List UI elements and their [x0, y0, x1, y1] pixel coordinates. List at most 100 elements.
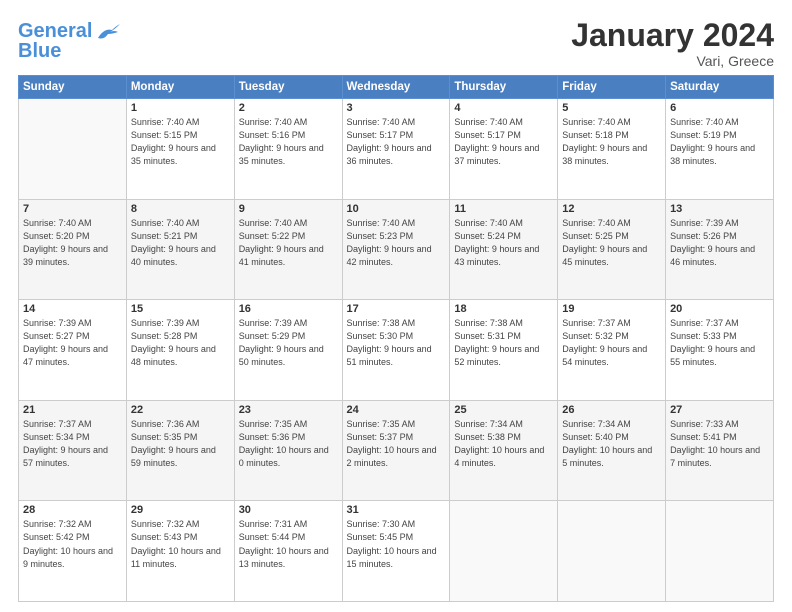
- location: Vari, Greece: [571, 53, 774, 69]
- day-number: 24: [347, 404, 446, 416]
- day-info: Sunrise: 7:35 AMSunset: 5:37 PMDaylight:…: [347, 418, 446, 470]
- day-info: Sunrise: 7:39 AMSunset: 5:27 PMDaylight:…: [23, 317, 122, 369]
- calendar-cell: 8 Sunrise: 7:40 AMSunset: 5:21 PMDayligh…: [126, 199, 234, 300]
- day-info: Sunrise: 7:39 AMSunset: 5:28 PMDaylight:…: [131, 317, 230, 369]
- day-number: 4: [454, 102, 553, 114]
- day-number: 8: [131, 203, 230, 215]
- day-number: 28: [23, 504, 122, 516]
- day-info: Sunrise: 7:32 AMSunset: 5:42 PMDaylight:…: [23, 518, 122, 570]
- day-info: Sunrise: 7:34 AMSunset: 5:40 PMDaylight:…: [562, 418, 661, 470]
- calendar-cell: 3 Sunrise: 7:40 AMSunset: 5:17 PMDayligh…: [342, 99, 450, 200]
- day-number: 18: [454, 303, 553, 315]
- day-number: 20: [670, 303, 769, 315]
- day-info: Sunrise: 7:32 AMSunset: 5:43 PMDaylight:…: [131, 518, 230, 570]
- day-info: Sunrise: 7:36 AMSunset: 5:35 PMDaylight:…: [131, 418, 230, 470]
- day-info: Sunrise: 7:37 AMSunset: 5:33 PMDaylight:…: [670, 317, 769, 369]
- day-info: Sunrise: 7:38 AMSunset: 5:31 PMDaylight:…: [454, 317, 553, 369]
- day-number: 16: [239, 303, 338, 315]
- day-number: 23: [239, 404, 338, 416]
- day-info: Sunrise: 7:40 AMSunset: 5:25 PMDaylight:…: [562, 217, 661, 269]
- calendar-cell: [558, 501, 666, 602]
- calendar-cell: 2 Sunrise: 7:40 AMSunset: 5:16 PMDayligh…: [234, 99, 342, 200]
- calendar-cell: 1 Sunrise: 7:40 AMSunset: 5:15 PMDayligh…: [126, 99, 234, 200]
- day-number: 17: [347, 303, 446, 315]
- calendar-week-4: 21 Sunrise: 7:37 AMSunset: 5:34 PMDaylig…: [19, 400, 774, 501]
- day-number: 27: [670, 404, 769, 416]
- title-block: January 2024 Vari, Greece: [571, 18, 774, 69]
- calendar-cell: 23 Sunrise: 7:35 AMSunset: 5:36 PMDaylig…: [234, 400, 342, 501]
- day-info: Sunrise: 7:38 AMSunset: 5:30 PMDaylight:…: [347, 317, 446, 369]
- calendar-cell: 9 Sunrise: 7:40 AMSunset: 5:22 PMDayligh…: [234, 199, 342, 300]
- weekday-header-sunday: Sunday: [19, 76, 127, 99]
- day-info: Sunrise: 7:40 AMSunset: 5:18 PMDaylight:…: [562, 116, 661, 168]
- calendar-cell: 6 Sunrise: 7:40 AMSunset: 5:19 PMDayligh…: [666, 99, 774, 200]
- day-info: Sunrise: 7:37 AMSunset: 5:32 PMDaylight:…: [562, 317, 661, 369]
- day-number: 15: [131, 303, 230, 315]
- day-number: 31: [347, 504, 446, 516]
- day-number: 10: [347, 203, 446, 215]
- day-number: 13: [670, 203, 769, 215]
- day-number: 2: [239, 102, 338, 114]
- calendar-week-3: 14 Sunrise: 7:39 AMSunset: 5:27 PMDaylig…: [19, 300, 774, 401]
- calendar-week-2: 7 Sunrise: 7:40 AMSunset: 5:20 PMDayligh…: [19, 199, 774, 300]
- day-info: Sunrise: 7:31 AMSunset: 5:44 PMDaylight:…: [239, 518, 338, 570]
- day-number: 30: [239, 504, 338, 516]
- calendar-week-5: 28 Sunrise: 7:32 AMSunset: 5:42 PMDaylig…: [19, 501, 774, 602]
- calendar-body: 1 Sunrise: 7:40 AMSunset: 5:15 PMDayligh…: [19, 99, 774, 602]
- day-info: Sunrise: 7:39 AMSunset: 5:29 PMDaylight:…: [239, 317, 338, 369]
- weekday-header-monday: Monday: [126, 76, 234, 99]
- weekday-header-tuesday: Tuesday: [234, 76, 342, 99]
- calendar-cell: 17 Sunrise: 7:38 AMSunset: 5:30 PMDaylig…: [342, 300, 450, 401]
- day-info: Sunrise: 7:40 AMSunset: 5:19 PMDaylight:…: [670, 116, 769, 168]
- day-info: Sunrise: 7:40 AMSunset: 5:20 PMDaylight:…: [23, 217, 122, 269]
- calendar-week-1: 1 Sunrise: 7:40 AMSunset: 5:15 PMDayligh…: [19, 99, 774, 200]
- day-number: 7: [23, 203, 122, 215]
- day-number: 21: [23, 404, 122, 416]
- calendar-cell: 29 Sunrise: 7:32 AMSunset: 5:43 PMDaylig…: [126, 501, 234, 602]
- day-info: Sunrise: 7:35 AMSunset: 5:36 PMDaylight:…: [239, 418, 338, 470]
- header: General Blue January 2024 Vari, Greece: [18, 18, 774, 69]
- calendar-cell: 25 Sunrise: 7:34 AMSunset: 5:38 PMDaylig…: [450, 400, 558, 501]
- day-number: 12: [562, 203, 661, 215]
- calendar-cell: 30 Sunrise: 7:31 AMSunset: 5:44 PMDaylig…: [234, 501, 342, 602]
- day-number: 11: [454, 203, 553, 215]
- calendar-cell: 13 Sunrise: 7:39 AMSunset: 5:26 PMDaylig…: [666, 199, 774, 300]
- calendar-cell: [666, 501, 774, 602]
- calendar-table: SundayMondayTuesdayWednesdayThursdayFrid…: [18, 75, 774, 602]
- day-info: Sunrise: 7:40 AMSunset: 5:21 PMDaylight:…: [131, 217, 230, 269]
- day-number: 5: [562, 102, 661, 114]
- weekday-header-friday: Friday: [558, 76, 666, 99]
- calendar-cell: 24 Sunrise: 7:35 AMSunset: 5:37 PMDaylig…: [342, 400, 450, 501]
- calendar-cell: 15 Sunrise: 7:39 AMSunset: 5:28 PMDaylig…: [126, 300, 234, 401]
- calendar-cell: 14 Sunrise: 7:39 AMSunset: 5:27 PMDaylig…: [19, 300, 127, 401]
- weekday-header-wednesday: Wednesday: [342, 76, 450, 99]
- calendar-cell: 16 Sunrise: 7:39 AMSunset: 5:29 PMDaylig…: [234, 300, 342, 401]
- day-number: 1: [131, 102, 230, 114]
- calendar-cell: 19 Sunrise: 7:37 AMSunset: 5:32 PMDaylig…: [558, 300, 666, 401]
- calendar-cell: 26 Sunrise: 7:34 AMSunset: 5:40 PMDaylig…: [558, 400, 666, 501]
- day-info: Sunrise: 7:40 AMSunset: 5:16 PMDaylight:…: [239, 116, 338, 168]
- calendar-cell: 12 Sunrise: 7:40 AMSunset: 5:25 PMDaylig…: [558, 199, 666, 300]
- calendar-page: General Blue January 2024 Vari, Greece S…: [0, 0, 792, 612]
- day-info: Sunrise: 7:40 AMSunset: 5:17 PMDaylight:…: [454, 116, 553, 168]
- day-info: Sunrise: 7:39 AMSunset: 5:26 PMDaylight:…: [670, 217, 769, 269]
- day-number: 6: [670, 102, 769, 114]
- day-number: 3: [347, 102, 446, 114]
- calendar-cell: 18 Sunrise: 7:38 AMSunset: 5:31 PMDaylig…: [450, 300, 558, 401]
- day-info: Sunrise: 7:33 AMSunset: 5:41 PMDaylight:…: [670, 418, 769, 470]
- calendar-cell: [19, 99, 127, 200]
- day-info: Sunrise: 7:40 AMSunset: 5:15 PMDaylight:…: [131, 116, 230, 168]
- day-number: 26: [562, 404, 661, 416]
- calendar-cell: 5 Sunrise: 7:40 AMSunset: 5:18 PMDayligh…: [558, 99, 666, 200]
- day-info: Sunrise: 7:30 AMSunset: 5:45 PMDaylight:…: [347, 518, 446, 570]
- day-number: 19: [562, 303, 661, 315]
- calendar-cell: 27 Sunrise: 7:33 AMSunset: 5:41 PMDaylig…: [666, 400, 774, 501]
- day-info: Sunrise: 7:40 AMSunset: 5:22 PMDaylight:…: [239, 217, 338, 269]
- day-info: Sunrise: 7:40 AMSunset: 5:23 PMDaylight:…: [347, 217, 446, 269]
- day-info: Sunrise: 7:40 AMSunset: 5:17 PMDaylight:…: [347, 116, 446, 168]
- logo-bird-icon: [94, 20, 122, 44]
- calendar-cell: 11 Sunrise: 7:40 AMSunset: 5:24 PMDaylig…: [450, 199, 558, 300]
- calendar-cell: 7 Sunrise: 7:40 AMSunset: 5:20 PMDayligh…: [19, 199, 127, 300]
- calendar-cell: 31 Sunrise: 7:30 AMSunset: 5:45 PMDaylig…: [342, 501, 450, 602]
- day-number: 29: [131, 504, 230, 516]
